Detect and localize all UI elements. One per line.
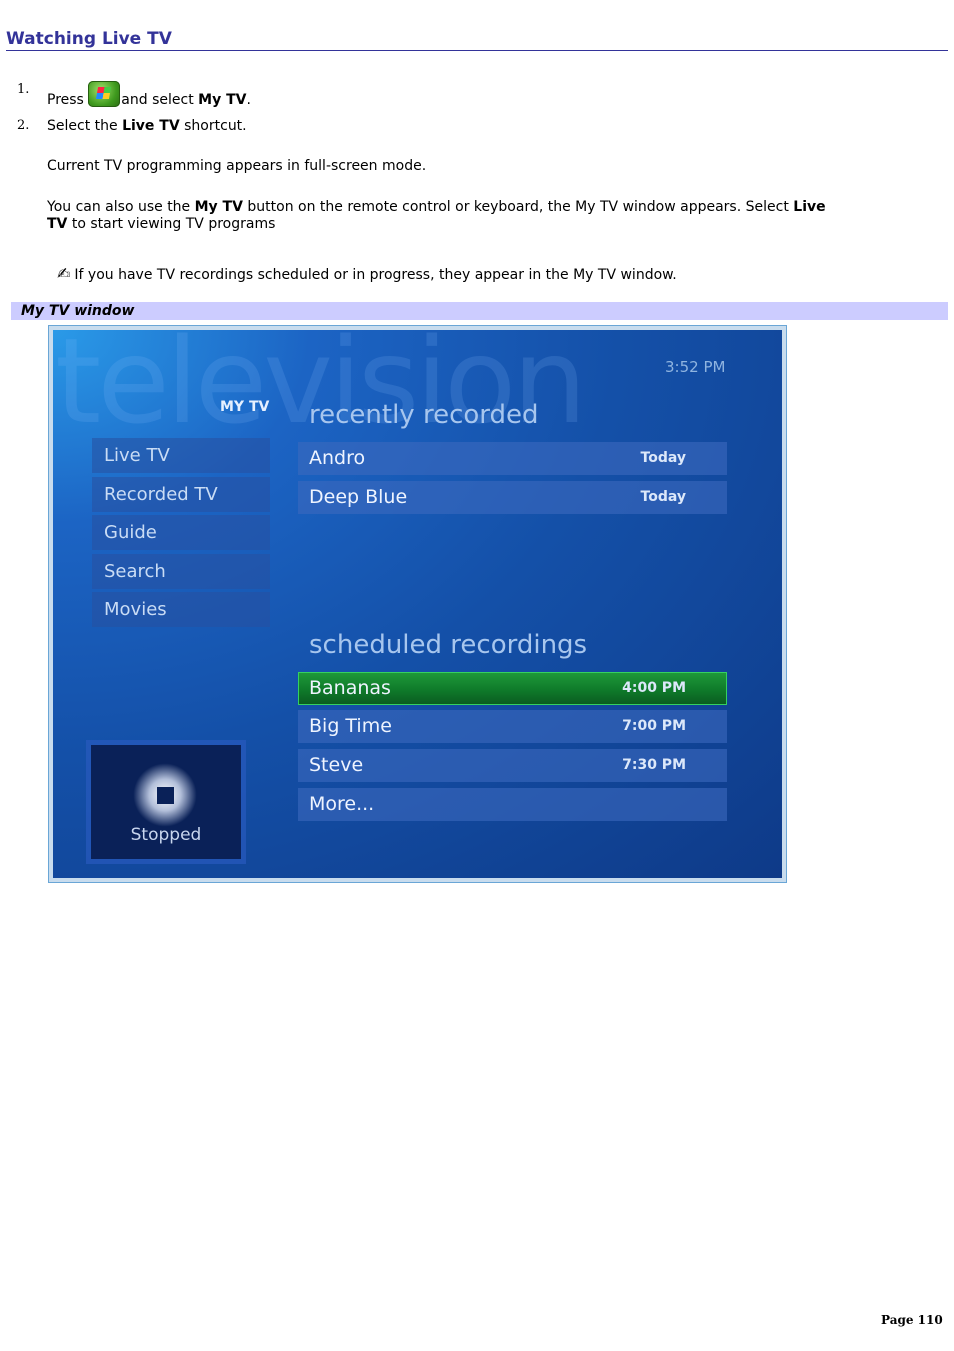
text: button on the remote control or keyboard…	[242, 199, 794, 215]
menu-item-guide[interactable]: Guide	[92, 515, 270, 550]
recording-date: Today	[640, 450, 686, 466]
bold-text: Live	[793, 199, 826, 215]
scheduled-name: Bananas	[309, 677, 391, 699]
recently-recorded-title: recently recorded	[309, 400, 539, 430]
recording-name: Andro	[309, 447, 366, 469]
recorded-item[interactable]: Andro Today	[298, 442, 727, 475]
step-bold: My TV	[198, 92, 247, 108]
scheduled-item[interactable]: Steve 7:30 PM	[298, 749, 727, 782]
section-label: MY TV	[220, 399, 270, 415]
step-number: 1.	[17, 82, 30, 97]
paragraph-fullscreen: Current TV programming appears in full-s…	[47, 158, 427, 174]
more-button[interactable]: More...	[298, 788, 727, 821]
recording-date: Today	[640, 489, 686, 505]
scheduled-recordings-title: scheduled recordings	[309, 630, 588, 660]
caption-text: My TV window	[21, 303, 135, 319]
note-text: If you have TV recordings scheduled or i…	[74, 267, 677, 283]
scheduled-name: Steve	[309, 754, 364, 776]
clock: 3:52 PM	[665, 358, 726, 376]
step-text: and select	[121, 92, 199, 108]
step-text: .	[246, 92, 251, 108]
menu-item-recorded-tv[interactable]: Recorded TV	[92, 477, 270, 512]
scheduled-time: 4:00 PM	[622, 680, 686, 696]
mytv-screenshot: television 3:52 PM MY TV Live TV Recorde…	[48, 325, 787, 883]
stop-icon	[157, 787, 174, 804]
bold-text: My TV	[194, 199, 243, 215]
recording-name: Deep Blue	[309, 486, 408, 508]
step-text: Press	[47, 92, 89, 108]
player-window: Stopped	[91, 745, 241, 859]
step-text: shortcut.	[179, 118, 247, 134]
background-watermark: television	[55, 330, 587, 450]
menu-item-movies[interactable]: Movies	[92, 592, 270, 627]
player-status: Stopped	[130, 825, 202, 845]
step-bold: Live TV	[122, 118, 180, 134]
menu-item-live-tv[interactable]: Live TV	[92, 438, 270, 473]
more-label: More...	[309, 793, 375, 815]
bold-text: TV	[47, 216, 68, 232]
windows-start-button-icon	[88, 81, 121, 107]
scheduled-item-selected[interactable]: Bananas 4:00 PM	[298, 672, 727, 705]
page-number: Page 110	[881, 1313, 943, 1327]
step-text: Select the	[47, 118, 123, 134]
scheduled-item[interactable]: Big Time 7:00 PM	[298, 710, 727, 743]
text: You can also use the	[47, 199, 195, 215]
note: ✍ If you have TV recordings scheduled or …	[57, 265, 677, 284]
text: to start viewing TV programs	[67, 216, 276, 232]
recorded-item[interactable]: Deep Blue Today	[298, 481, 727, 514]
step-number: 2.	[17, 118, 30, 133]
mini-player[interactable]: Stopped	[86, 740, 246, 864]
scheduled-time: 7:00 PM	[622, 718, 686, 734]
page-title: Watching Live TV	[6, 29, 948, 51]
note-pen-icon: ✍	[57, 264, 71, 283]
scheduled-time: 7:30 PM	[622, 757, 686, 773]
media-center-screen: television 3:52 PM MY TV Live TV Recorde…	[53, 330, 782, 878]
figure-caption: My TV window	[11, 302, 948, 320]
paragraph-mytv-button: You can also use the My TV button on the…	[47, 199, 897, 233]
menu-item-search[interactable]: Search	[92, 554, 270, 589]
scheduled-name: Big Time	[309, 715, 392, 737]
